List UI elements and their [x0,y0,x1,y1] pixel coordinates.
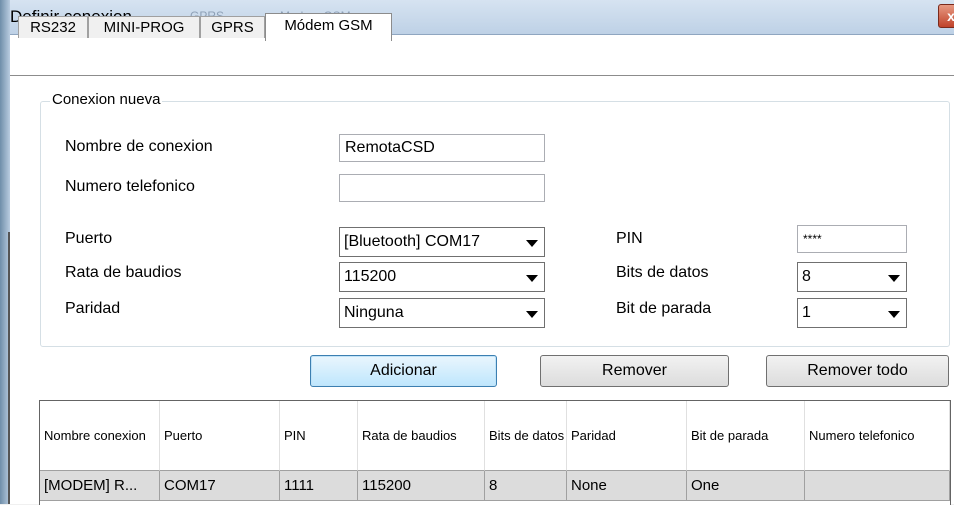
connections-table: Nombre conexion Puerto PIN Rata de baudi… [39,400,951,505]
bits-datos-label: Bits de datos [616,264,709,281]
paridad-dropdown[interactable]: Ninguna [339,298,545,328]
pin-label: PIN [616,230,643,247]
chevron-down-icon [526,240,538,247]
numero-telefonico-field[interactable] [339,174,545,202]
rata-baudios-value: 115200 [344,268,397,285]
window-left-frame [0,0,10,504]
adicionar-button[interactable]: Adicionar [310,355,497,387]
chevron-down-icon [526,311,538,318]
rata-baudios-dropdown[interactable]: 115200 [339,262,545,292]
tab-mini-prog[interactable]: MINI-PROG [88,16,200,38]
chevron-down-icon [888,311,900,318]
table-cell[interactable]: 1111 [280,471,358,501]
table-cell[interactable]: [MODEM] R... [40,471,160,501]
chevron-down-icon [888,275,900,282]
column-header[interactable]: Numero telefonico [805,401,950,471]
puerto-value: [Bluetooth] COM17 [344,233,481,250]
tab-modem-gsm[interactable]: Módem GSM [265,13,392,41]
bits-datos-dropdown[interactable]: 8 [797,262,907,292]
remover-button[interactable]: Remover [540,355,729,387]
column-header[interactable]: PIN [280,401,358,471]
table-cell[interactable] [805,471,950,501]
paridad-value: Ninguna [344,304,404,321]
pin-field[interactable]: **** [797,225,907,253]
chevron-down-icon [526,275,538,282]
nombre-conexion-label: Nombre de conexion [65,138,213,155]
numero-telefonico-label: Numero telefonico [65,178,195,195]
table-cell[interactable]: 8 [485,471,567,501]
bit-parada-label: Bit de parada [616,300,712,317]
puerto-dropdown[interactable]: [Bluetooth] COM17 [339,227,545,257]
remover-todo-button[interactable]: Remover todo [766,355,949,387]
tab-rs232[interactable]: RS232 [18,16,88,38]
table-cell[interactable]: 115200 [358,471,485,501]
column-header[interactable]: Nombre conexion [40,401,160,471]
puerto-label: Puerto [65,230,113,247]
column-header[interactable]: Puerto [160,401,280,471]
table-cell[interactable]: None [567,471,687,501]
column-header[interactable]: Rata de baudios [358,401,485,471]
bits-datos-value: 8 [802,268,811,285]
table-cell[interactable]: One [687,471,805,501]
column-header[interactable]: Paridad [567,401,687,471]
rata-baudios-label: Rata de baudios [65,264,182,281]
column-header[interactable]: Bits de datos [485,401,567,471]
column-header[interactable]: Bit de parada [687,401,805,471]
table-cell[interactable]: COM17 [160,471,280,501]
tab-divider [10,75,954,76]
close-icon: x [947,8,954,24]
nombre-conexion-field[interactable]: RemotaCSD [339,134,545,162]
bit-parada-dropdown[interactable]: 1 [797,298,907,328]
group-legend: Conexion nueva [50,91,163,108]
tab-gprs[interactable]: GPRS [200,16,265,38]
close-button[interactable]: x [938,4,954,28]
bit-parada-value: 1 [802,304,811,321]
paridad-label: Paridad [65,300,121,317]
